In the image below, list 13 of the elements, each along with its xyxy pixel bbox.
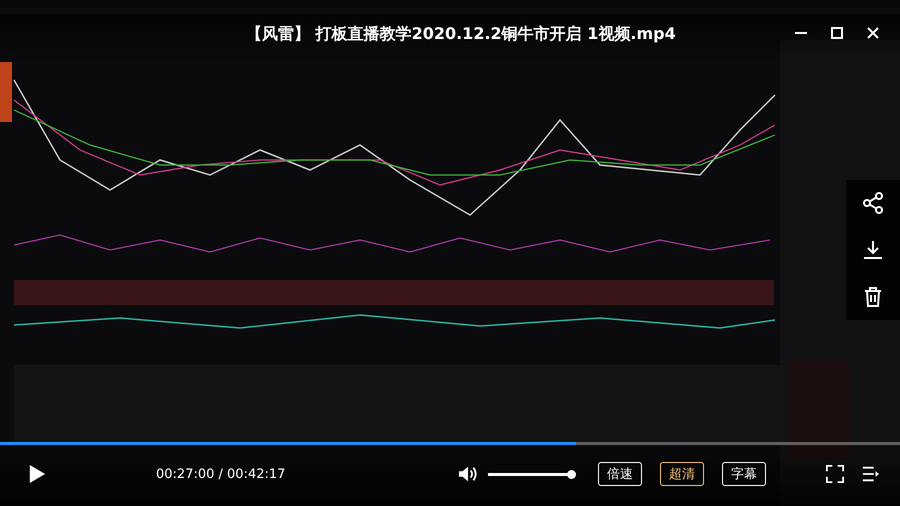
player-button[interactable]: 字幕 [722,462,766,486]
player-button[interactable]: 超清 [660,462,704,486]
player-button[interactable]: 倍速 [598,462,642,486]
volume-slider[interactable] [488,472,576,476]
time-display: 00:27:00 / 00:42:17 [156,466,286,482]
play-icon[interactable] [28,464,46,484]
share-icon[interactable] [861,191,885,216]
video-title: 【风雷】 打板直播教学2020.12.2铜牛市开启 1视频.mp4 [246,24,676,45]
volume-icon[interactable] [458,465,478,483]
fullscreen-icon[interactable] [826,465,844,483]
playlist-icon[interactable] [862,465,880,483]
maximize-icon[interactable] [830,26,844,40]
close-icon[interactable] [866,26,880,40]
